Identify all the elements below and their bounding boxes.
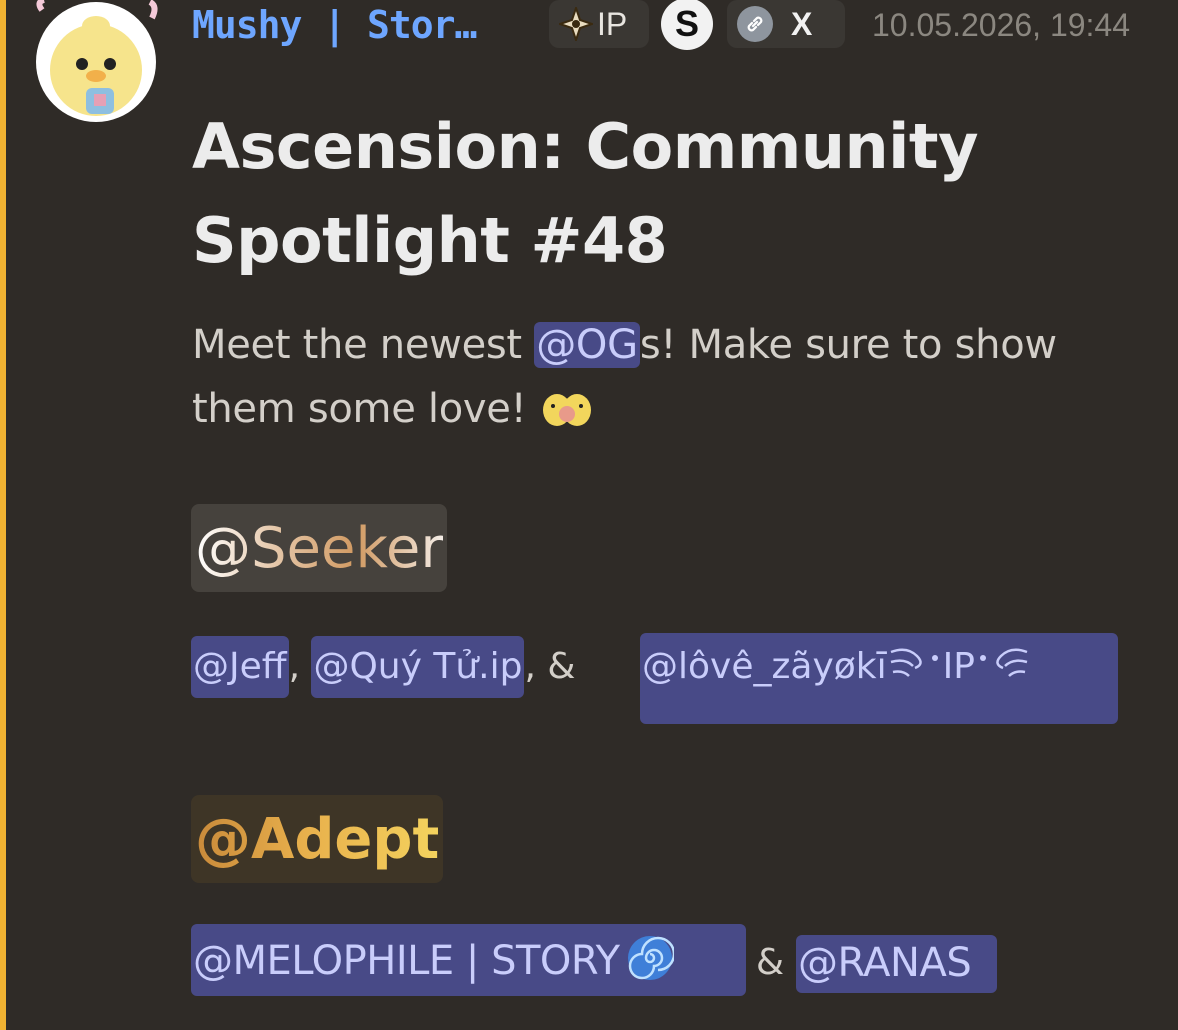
zayoki-suffix: IP <box>942 646 975 687</box>
link-icon <box>737 6 773 42</box>
user-avatar[interactable] <box>34 0 158 124</box>
seeker-role-label: @Seeker <box>195 516 444 581</box>
user-mention-jeff[interactable]: @Jeff <box>191 636 289 698</box>
adept-role-label: @Adept <box>195 807 440 872</box>
separator: , <box>288 646 312 687</box>
user-mention-ranas-label: @RANAS <box>798 940 972 986</box>
x-link-badge[interactable]: X <box>727 0 845 48</box>
separator: , & <box>524 646 576 687</box>
s-badge-label: S <box>674 3 699 44</box>
adept-role-mention[interactable]: @Adept <box>191 795 444 883</box>
duck-emoji-icon <box>542 394 591 426</box>
user-mention-melophile-label: @MELOPHILE | STORY <box>193 930 674 992</box>
sparkle-icon <box>559 7 593 41</box>
spiral-icon <box>627 936 674 980</box>
message-heading: Ascension: Community Spotlight #48 <box>192 110 978 277</box>
separator: & <box>756 942 785 983</box>
swirl-icon <box>979 648 1028 677</box>
swirl-icon <box>890 648 938 677</box>
s-badge-icon: S <box>661 0 713 50</box>
intro-part1: Meet the newest <box>192 322 535 368</box>
username[interactable]: Mushy | Stor… <box>192 2 477 48</box>
ip-badge[interactable]: IP <box>549 0 649 48</box>
melophile-name: @MELOPHILE | STORY <box>193 938 620 984</box>
message-timestamp[interactable]: 10.05.2026, 19:44 <box>872 4 1130 46</box>
s-badge[interactable]: S <box>660 0 714 50</box>
ip-badge-label: IP <box>597 5 628 42</box>
seeker-user-list: @Jeff, @Quý Tử.ip, & <box>191 636 575 698</box>
zayoki-name: @lôvê_zãyøkī <box>642 646 887 687</box>
x-badge-label: X <box>791 5 813 42</box>
mention-highlight-bar <box>0 0 6 1030</box>
intro-text: Meet the newest @OGs! Make sure to show … <box>192 313 1132 441</box>
user-mention-zayoki-label: @lôvê_zãyøkī IP <box>642 636 1031 698</box>
seeker-role-mention[interactable]: @Seeker <box>191 504 448 592</box>
og-role-mention[interactable]: @OG <box>534 322 640 368</box>
user-mention-quy-tu[interactable]: @Quý Tử.ip <box>311 636 525 698</box>
